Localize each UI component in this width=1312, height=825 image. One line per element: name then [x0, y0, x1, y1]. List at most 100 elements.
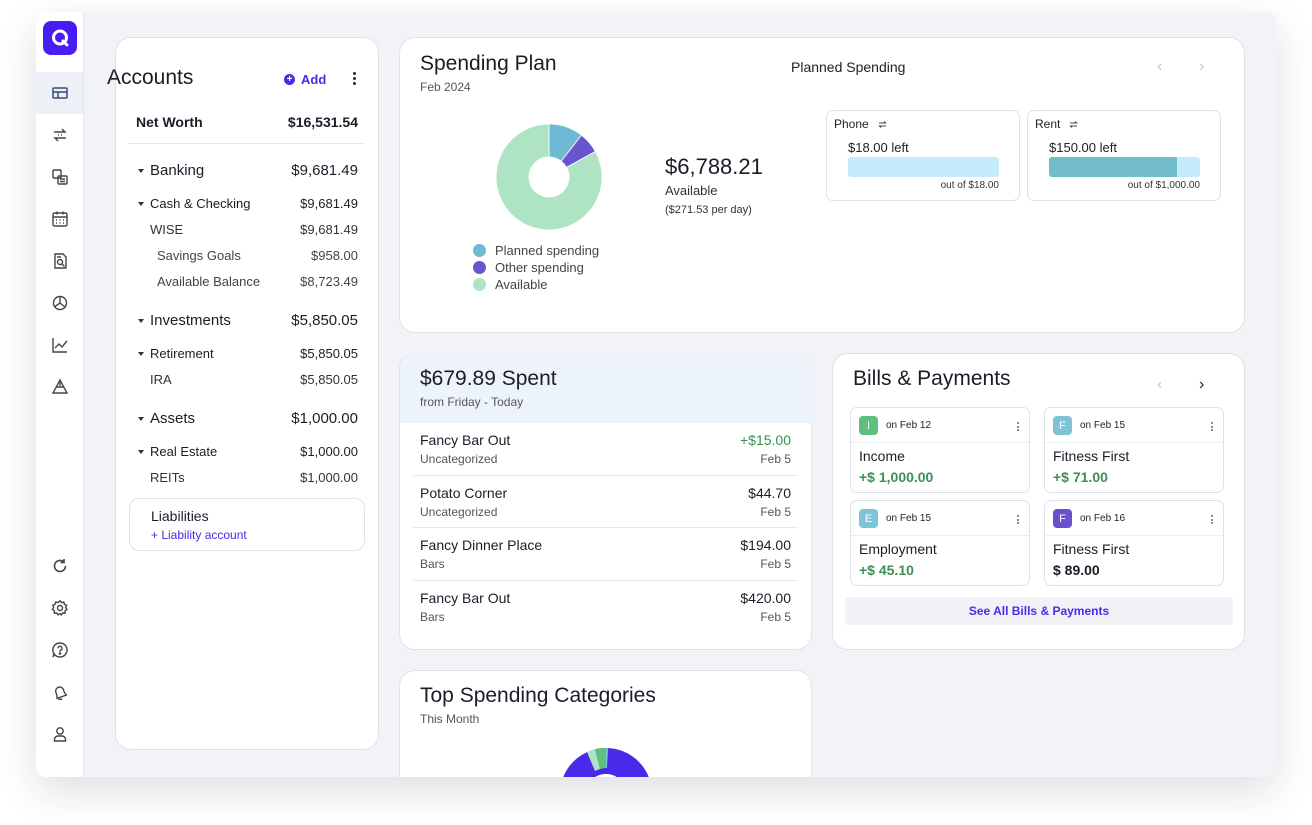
budget-card-rent[interactable]: Rent $150.00 left out of $1,000.00	[1027, 110, 1221, 201]
investments-label: Investments	[150, 312, 231, 329]
recurring-icon	[1069, 120, 1079, 128]
bill-amount: +$ 45.10	[859, 562, 914, 578]
bill-more-icon[interactable]	[1017, 422, 1019, 431]
nav-dashboard[interactable]	[36, 72, 83, 114]
bill-date: on Feb 15	[886, 513, 932, 524]
bill-initial-badge: E	[859, 509, 878, 528]
nav-profile[interactable]	[36, 713, 83, 755]
bill-amount: $ 89.00	[1053, 562, 1100, 578]
nav-refresh[interactable]	[36, 545, 83, 587]
app-logo[interactable]	[43, 21, 77, 55]
legend-other: Other spending	[473, 260, 584, 275]
caret-down-icon	[138, 201, 144, 206]
top-categories-clip: Top Spending Categories This Month	[399, 670, 812, 777]
transaction-date: Feb 5	[760, 610, 791, 624]
transaction-amount: +$15.00	[740, 432, 791, 448]
wise-value: $9,681.49	[300, 222, 358, 237]
bill-initial-badge: F	[1053, 416, 1072, 435]
bill-date: on Feb 12	[886, 420, 932, 431]
spending-donut	[495, 123, 603, 231]
legend-dot	[473, 261, 486, 274]
cash-label: Cash & Checking	[150, 196, 251, 211]
investments-value: $5,850.05	[291, 312, 358, 329]
liabilities-label: Liabilities	[151, 508, 209, 524]
transaction-date: Feb 5	[760, 505, 791, 519]
nav-notifications[interactable]	[36, 671, 83, 713]
liabilities-box	[129, 498, 365, 551]
top-categories-title: Top Spending Categories	[420, 684, 656, 707]
account-reits[interactable]: REITs $1,000.00	[150, 470, 358, 485]
add-account-button[interactable]: + Add	[284, 72, 326, 87]
calendar-icon	[51, 211, 68, 227]
bill-card[interactable]: F on Feb 15 Fitness First +$ 71.00	[1044, 407, 1224, 493]
nav-accounts[interactable]	[36, 156, 83, 198]
bill-card[interactable]: F on Feb 16 Fitness First $ 89.00	[1044, 500, 1224, 586]
prev-arrow-icon[interactable]: ‹	[1157, 376, 1162, 394]
nav-reports[interactable]	[36, 240, 83, 282]
nav-calendar[interactable]	[36, 198, 83, 240]
legend-dot	[473, 244, 486, 257]
account-group-banking[interactable]: Banking $9,681.49	[138, 162, 358, 179]
settings-icon	[50, 599, 68, 616]
account-ira[interactable]: IRA $5,850.05	[150, 372, 358, 387]
caret-down-icon	[138, 318, 144, 323]
see-all-bills-button[interactable]: See All Bills & Payments	[845, 597, 1233, 625]
banking-value: $9,681.49	[291, 162, 358, 179]
nav-settings[interactable]	[36, 587, 83, 629]
account-available-balance[interactable]: Available Balance $8,723.49	[157, 274, 358, 289]
budget-out-of: out of $1,000.00	[1127, 180, 1200, 191]
accounts-more-icon[interactable]	[353, 72, 356, 85]
bill-amount: +$ 1,000.00	[859, 469, 934, 485]
legend-available: Available	[473, 277, 548, 292]
net-worth-value: $16,531.54	[287, 114, 358, 130]
budget-card-phone[interactable]: Phone $18.00 left out of $18.00	[826, 110, 1020, 201]
bill-more-icon[interactable]	[1211, 515, 1213, 524]
bill-name: Employment	[859, 541, 937, 557]
divider	[413, 527, 798, 528]
prev-arrow-icon[interactable]: ‹	[1157, 58, 1162, 76]
nav-transactions[interactable]	[36, 114, 83, 156]
bill-more-icon[interactable]	[1211, 422, 1213, 431]
transaction-name[interactable]: Fancy Dinner Place	[420, 537, 542, 553]
real-estate-value: $1,000.00	[300, 444, 358, 459]
spent-subtitle: from Friday - Today	[420, 395, 524, 409]
transaction-amount: $194.00	[740, 537, 791, 553]
account-wise[interactable]: WISE $9,681.49	[150, 222, 358, 237]
recurring-icon	[877, 120, 887, 128]
budget-progress-bar	[848, 157, 999, 177]
budget-left: $18.00 left	[848, 140, 909, 155]
account-group-investments[interactable]: Investments $5,850.05	[138, 312, 358, 329]
planning-icon	[51, 378, 68, 394]
account-group-assets[interactable]: Assets $1,000.00	[138, 410, 358, 427]
next-arrow-icon[interactable]: ›	[1199, 376, 1204, 394]
avail-bal-label: Available Balance	[157, 274, 261, 289]
bill-more-icon[interactable]	[1017, 515, 1019, 524]
transaction-name[interactable]: Fancy Bar Out	[420, 590, 510, 606]
account-subgroup-real-estate[interactable]: Real Estate $1,000.00	[138, 444, 358, 459]
transaction-name[interactable]: Fancy Bar Out	[420, 432, 510, 448]
legend-available-label: Available	[495, 277, 548, 292]
bill-name: Fitness First	[1053, 541, 1130, 557]
transaction-date: Feb 5	[760, 557, 791, 571]
nav-investments[interactable]	[36, 324, 83, 366]
bill-amount: +$ 71.00	[1053, 469, 1108, 485]
bill-card[interactable]: E on Feb 15 Employment +$ 45.10	[850, 500, 1030, 586]
account-savings-goals[interactable]: Savings Goals $958.00	[157, 248, 358, 263]
account-subgroup-cash[interactable]: Cash & Checking $9,681.49	[138, 196, 358, 211]
account-subgroup-retirement[interactable]: Retirement $5,850.05	[138, 346, 358, 361]
divider	[128, 143, 365, 144]
add-liability-link[interactable]: + Liability account	[151, 528, 247, 542]
spending-plan-title: Spending Plan	[420, 52, 557, 75]
budget-progress-bar	[1049, 157, 1200, 177]
nav-planning[interactable]	[36, 366, 83, 408]
help-icon	[51, 642, 68, 658]
per-day-amount: ($271.53 per day)	[665, 204, 752, 216]
avail-bal-value: $8,723.49	[300, 274, 358, 289]
next-arrow-icon[interactable]: ›	[1199, 58, 1204, 76]
nav-help[interactable]	[36, 629, 83, 671]
transaction-name[interactable]: Potato Corner	[420, 485, 507, 501]
spending-icon	[52, 295, 67, 311]
bill-card[interactable]: I on Feb 12 Income +$ 1,000.00	[850, 407, 1030, 493]
nav-spending[interactable]	[36, 282, 83, 324]
divider	[413, 580, 798, 581]
